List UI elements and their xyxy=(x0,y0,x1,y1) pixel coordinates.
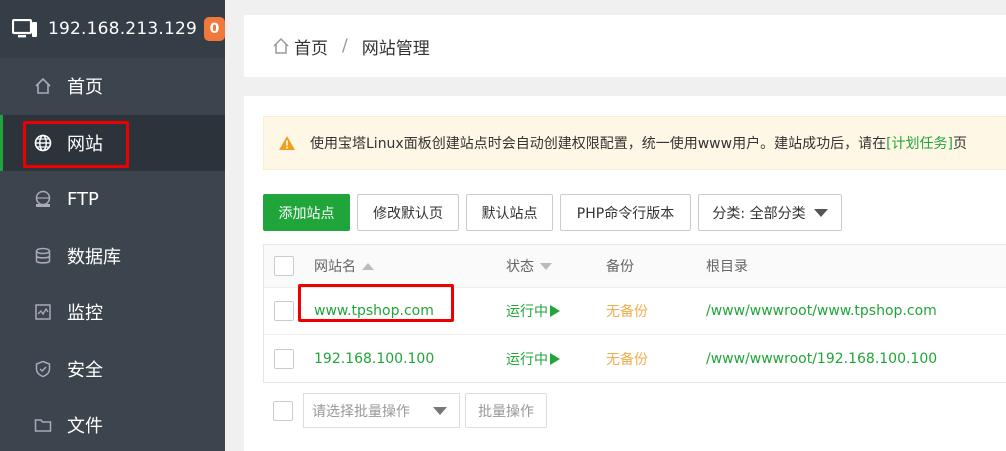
site-status[interactable]: 运行中 xyxy=(506,349,606,369)
toolbar: 添加站点 修改默认页 默认站点 PHP命令行版本 分类: 全部分类 xyxy=(263,194,849,231)
computer-icon xyxy=(12,18,38,40)
play-icon xyxy=(550,352,560,365)
sidebar-item-home[interactable]: 首页 xyxy=(0,58,225,115)
play-icon xyxy=(550,305,560,317)
shield-icon xyxy=(34,360,52,378)
add-site-button[interactable]: 添加站点 xyxy=(263,194,350,231)
sidebar-item-label: 安全 xyxy=(67,359,103,381)
default-site-button[interactable]: 默认站点 xyxy=(466,194,553,231)
site-name-link[interactable]: www.tpshop.com xyxy=(298,284,506,322)
header-label: 状态 xyxy=(506,259,534,275)
status-label: 运行中 xyxy=(506,304,548,320)
monitor-icon xyxy=(34,303,52,321)
root-dir-link[interactable]: /www/wwwroot/www.tpshop.com xyxy=(706,303,1006,319)
column-header-root: 根目录 xyxy=(706,259,748,275)
folder-icon xyxy=(34,416,52,434)
batch-operations: 请选择批量操作 批量操作 xyxy=(263,393,554,428)
table-header: 网站名 状态 备份 根目录 xyxy=(264,245,1006,288)
database-icon xyxy=(34,247,52,265)
sidebar-item-label: 监控 xyxy=(67,303,103,325)
sort-desc-icon xyxy=(540,262,552,270)
breadcrumb-current: 网站管理 xyxy=(361,38,430,59)
status-label: 运行中 xyxy=(506,351,548,368)
highlight-box xyxy=(23,120,129,168)
notice-tail: 页 xyxy=(953,136,968,152)
sidebar-item-ftp[interactable]: FTP xyxy=(0,171,225,228)
backup-link[interactable]: 无备份 xyxy=(606,349,706,369)
caret-down-icon xyxy=(433,406,447,415)
column-header-name[interactable]: 网站名 xyxy=(314,256,506,276)
warning-icon xyxy=(278,135,296,151)
home-icon[interactable] xyxy=(272,37,290,55)
breadcrumb: 首页 / 网站管理 xyxy=(244,15,1006,77)
notice-text: 使用宝塔Linux面板创建站点时会自动创建权限配置，统一使用www用户。建站成功… xyxy=(310,136,887,152)
root-dir-link[interactable]: /www/wwwroot/192.168.100.100 xyxy=(706,351,1006,367)
backup-link[interactable]: 无备份 xyxy=(606,301,706,321)
sidebar: 192.168.213.129 0 首页 网站 FTP 数据库 监控 安全 文件 xyxy=(0,0,225,451)
sidebar-item-monitor[interactable]: 监控 xyxy=(0,284,225,341)
home-icon xyxy=(34,77,52,95)
sites-table: 网站名 状态 备份 根目录 www.tpshop.com 运行中 无备份 /ww… xyxy=(263,244,1006,383)
sidebar-item-security[interactable]: 安全 xyxy=(0,341,225,398)
table-row: www.tpshop.com 运行中 无备份 /www/wwwroot/www.… xyxy=(264,284,1006,335)
server-header: 192.168.213.129 0 xyxy=(0,0,225,58)
row-checkbox[interactable] xyxy=(274,348,294,369)
batch-select-checkbox[interactable] xyxy=(273,400,293,421)
batch-operation-button[interactable]: 批量操作 xyxy=(465,393,547,428)
batch-operation-select[interactable]: 请选择批量操作 xyxy=(303,393,460,428)
sort-asc-icon xyxy=(362,262,374,270)
sidebar-item-label: 数据库 xyxy=(67,246,121,268)
sidebar-item-label: FTP xyxy=(67,188,99,210)
sidebar-item-files[interactable]: 文件 xyxy=(0,397,225,451)
select-all-checkbox[interactable] xyxy=(274,256,294,276)
sidebar-item-label: 文件 xyxy=(67,416,103,438)
server-ip: 192.168.213.129 xyxy=(48,19,198,39)
category-select-label: 分类: 全部分类 xyxy=(712,205,806,222)
column-header-status[interactable]: 状态 xyxy=(506,256,606,276)
ftp-icon xyxy=(34,190,52,208)
sidebar-item-website[interactable]: 网站 xyxy=(0,114,225,171)
breadcrumb-home[interactable]: 首页 xyxy=(294,34,328,59)
breadcrumb-separator: / xyxy=(342,36,348,56)
cron-task-link[interactable]: [计划任务] xyxy=(886,133,953,153)
site-name-link[interactable]: 192.168.100.100 xyxy=(314,351,506,367)
batch-select-placeholder: 请选择批量操作 xyxy=(312,403,410,420)
edit-default-page-button[interactable]: 修改默认页 xyxy=(357,194,459,231)
highlight-box xyxy=(298,284,454,322)
category-select[interactable]: 分类: 全部分类 xyxy=(698,194,842,231)
php-cli-version-button[interactable]: PHP命令行版本 xyxy=(560,194,691,231)
caret-down-icon xyxy=(813,208,828,217)
site-management-panel: 使用宝塔Linux面板创建站点时会自动创建权限配置，统一使用www用户。建站成功… xyxy=(244,96,1006,451)
notice-banner: 使用宝塔Linux面板创建站点时会自动创建权限配置，统一使用www用户。建站成功… xyxy=(263,116,1006,170)
message-badge[interactable]: 0 xyxy=(204,17,225,41)
site-status[interactable]: 运行中 xyxy=(506,301,606,321)
sidebar-item-database[interactable]: 数据库 xyxy=(0,228,225,285)
table-row: 192.168.100.100 运行中 无备份 /www/wwwroot/192… xyxy=(264,335,1006,382)
sidebar-item-label: 首页 xyxy=(67,77,103,99)
row-checkbox[interactable] xyxy=(274,301,294,321)
column-header-backup: 备份 xyxy=(606,259,634,275)
header-label: 网站名 xyxy=(314,259,356,275)
